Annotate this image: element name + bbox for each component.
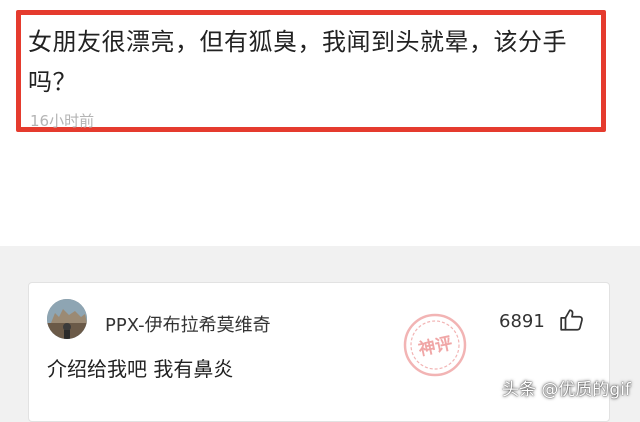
god-comment-badge-text: 神评 bbox=[417, 333, 455, 361]
watermark: 头条 @优质的gif bbox=[502, 380, 631, 400]
comment-text: 介绍给我吧 我有鼻炎 bbox=[47, 357, 234, 381]
thumbs-up-icon[interactable] bbox=[559, 307, 585, 333]
god-comment-stamp-icon: 神评 bbox=[403, 313, 467, 377]
comment-username[interactable]: PPX-伊布拉希莫维奇 bbox=[105, 311, 271, 337]
comment-card: PPX-伊布拉希莫维奇 6891 介绍给我吧 我有鼻炎 神评 bbox=[28, 282, 610, 422]
question-timestamp: 16小时前 bbox=[30, 112, 95, 130]
user-avatar[interactable] bbox=[47, 299, 87, 339]
question-title[interactable]: 女朋友很漂亮，但有狐臭，我闻到头就晕，该分手吗？ bbox=[28, 22, 596, 102]
question-card: 女朋友很漂亮，但有狐臭，我闻到头就晕，该分手吗？ 16小时前 bbox=[0, 0, 640, 246]
avatar-image bbox=[47, 299, 87, 339]
like-count: 6891 bbox=[499, 311, 545, 332]
